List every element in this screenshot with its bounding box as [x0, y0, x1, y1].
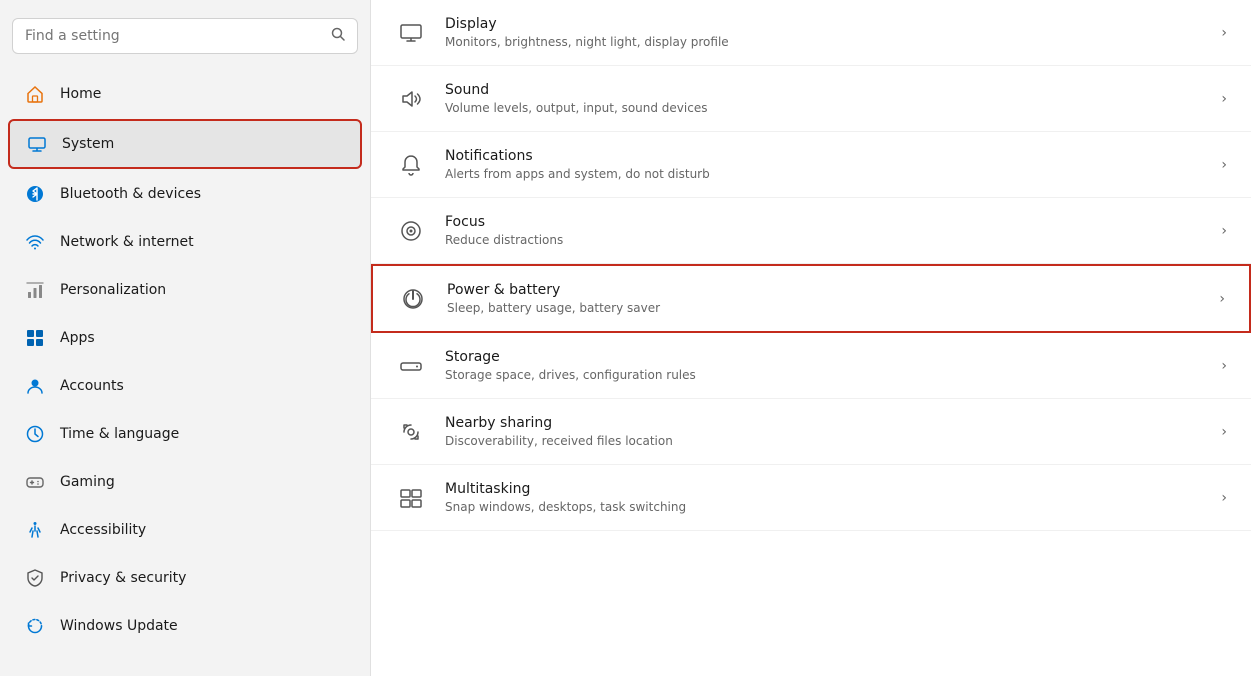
settings-item-focus[interactable]: Focus Reduce distractions ›: [371, 198, 1251, 264]
nearby-icon: [395, 416, 427, 448]
settings-item-nearby[interactable]: Nearby sharing Discoverability, received…: [371, 399, 1251, 465]
sidebar-item-label-accounts: Accounts: [60, 378, 124, 394]
sound-icon: [395, 83, 427, 115]
sidebar-item-label-time: Time & language: [60, 426, 179, 442]
sidebar: Home System Bluetooth & devices: [0, 0, 370, 676]
settings-item-display[interactable]: Display Monitors, brightness, night ligh…: [371, 0, 1251, 66]
settings-item-text-multitasking: Multitasking Snap windows, desktops, tas…: [445, 481, 1203, 514]
accounts-icon: [24, 375, 46, 397]
privacy-icon: [24, 567, 46, 589]
settings-item-subtitle-display: Monitors, brightness, night light, displ…: [445, 35, 1203, 49]
settings-item-text-storage: Storage Storage space, drives, configura…: [445, 349, 1203, 382]
sidebar-item-apps[interactable]: Apps: [8, 315, 362, 361]
chevron-icon-power: ›: [1219, 291, 1225, 307]
chevron-icon-nearby: ›: [1221, 424, 1227, 440]
personalization-icon: [24, 279, 46, 301]
sidebar-item-home[interactable]: Home: [8, 71, 362, 117]
settings-item-title-power: Power & battery: [447, 282, 1201, 298]
chevron-icon-multitasking: ›: [1221, 490, 1227, 506]
settings-item-multitasking[interactable]: Multitasking Snap windows, desktops, tas…: [371, 465, 1251, 531]
settings-item-title-focus: Focus: [445, 214, 1203, 230]
accessibility-icon: [24, 519, 46, 541]
chevron-icon-sound: ›: [1221, 91, 1227, 107]
multitasking-icon: [395, 482, 427, 514]
main-content: Display Monitors, brightness, night ligh…: [370, 0, 1251, 676]
time-icon: [24, 423, 46, 445]
sidebar-item-label-personalization: Personalization: [60, 282, 166, 298]
settings-item-subtitle-nearby: Discoverability, received files location: [445, 434, 1203, 448]
search-box[interactable]: [12, 18, 358, 54]
sidebar-item-label-home: Home: [60, 86, 101, 102]
sidebar-item-label-gaming: Gaming: [60, 474, 115, 490]
system-icon: [26, 133, 48, 155]
settings-item-text-display: Display Monitors, brightness, night ligh…: [445, 16, 1203, 49]
settings-item-text-notifications: Notifications Alerts from apps and syste…: [445, 148, 1203, 181]
sidebar-item-label-update: Windows Update: [60, 618, 178, 634]
sidebar-item-label-apps: Apps: [60, 330, 95, 346]
settings-item-text-nearby: Nearby sharing Discoverability, received…: [445, 415, 1203, 448]
home-icon: [24, 83, 46, 105]
settings-item-power[interactable]: Power & battery Sleep, battery usage, ba…: [371, 264, 1251, 333]
update-icon: [24, 615, 46, 637]
sidebar-item-time[interactable]: Time & language: [8, 411, 362, 457]
chevron-icon-notifications: ›: [1221, 157, 1227, 173]
settings-item-title-nearby: Nearby sharing: [445, 415, 1203, 431]
sidebar-item-system[interactable]: System: [8, 119, 362, 169]
network-icon: [24, 231, 46, 253]
sidebar-item-label-privacy: Privacy & security: [60, 570, 186, 586]
settings-item-title-multitasking: Multitasking: [445, 481, 1203, 497]
sidebar-item-label-accessibility: Accessibility: [60, 522, 146, 538]
settings-item-subtitle-sound: Volume levels, output, input, sound devi…: [445, 101, 1203, 115]
bluetooth-icon: [24, 183, 46, 205]
chevron-icon-display: ›: [1221, 25, 1227, 41]
storage-icon: [395, 350, 427, 382]
sidebar-item-privacy[interactable]: Privacy & security: [8, 555, 362, 601]
sidebar-item-update[interactable]: Windows Update: [8, 603, 362, 649]
settings-item-title-display: Display: [445, 16, 1203, 32]
notifications-icon: [395, 149, 427, 181]
settings-item-sound[interactable]: Sound Volume levels, output, input, soun…: [371, 66, 1251, 132]
sidebar-item-accounts[interactable]: Accounts: [8, 363, 362, 409]
apps-icon: [24, 327, 46, 349]
sidebar-item-accessibility[interactable]: Accessibility: [8, 507, 362, 553]
sidebar-item-network[interactable]: Network & internet: [8, 219, 362, 265]
gaming-icon: [24, 471, 46, 493]
chevron-icon-storage: ›: [1221, 358, 1227, 374]
sidebar-item-label-bluetooth: Bluetooth & devices: [60, 186, 201, 202]
settings-item-subtitle-power: Sleep, battery usage, battery saver: [447, 301, 1201, 315]
settings-item-subtitle-multitasking: Snap windows, desktops, task switching: [445, 500, 1203, 514]
sidebar-item-bluetooth[interactable]: Bluetooth & devices: [8, 171, 362, 217]
search-input[interactable]: [25, 28, 323, 44]
settings-item-notifications[interactable]: Notifications Alerts from apps and syste…: [371, 132, 1251, 198]
chevron-icon-focus: ›: [1221, 223, 1227, 239]
search-icon: [331, 27, 345, 45]
settings-item-title-sound: Sound: [445, 82, 1203, 98]
settings-item-storage[interactable]: Storage Storage space, drives, configura…: [371, 333, 1251, 399]
settings-item-title-notifications: Notifications: [445, 148, 1203, 164]
settings-item-subtitle-focus: Reduce distractions: [445, 233, 1203, 247]
settings-item-text-power: Power & battery Sleep, battery usage, ba…: [447, 282, 1201, 315]
display-icon: [395, 17, 427, 49]
settings-item-subtitle-notifications: Alerts from apps and system, do not dist…: [445, 167, 1203, 181]
settings-item-subtitle-storage: Storage space, drives, configuration rul…: [445, 368, 1203, 382]
sidebar-item-personalization[interactable]: Personalization: [8, 267, 362, 313]
power-icon: [397, 283, 429, 315]
settings-item-title-storage: Storage: [445, 349, 1203, 365]
sidebar-item-gaming[interactable]: Gaming: [8, 459, 362, 505]
sidebar-item-label-network: Network & internet: [60, 234, 194, 250]
focus-icon: [395, 215, 427, 247]
sidebar-item-label-system: System: [62, 136, 114, 152]
settings-item-text-sound: Sound Volume levels, output, input, soun…: [445, 82, 1203, 115]
settings-item-text-focus: Focus Reduce distractions: [445, 214, 1203, 247]
